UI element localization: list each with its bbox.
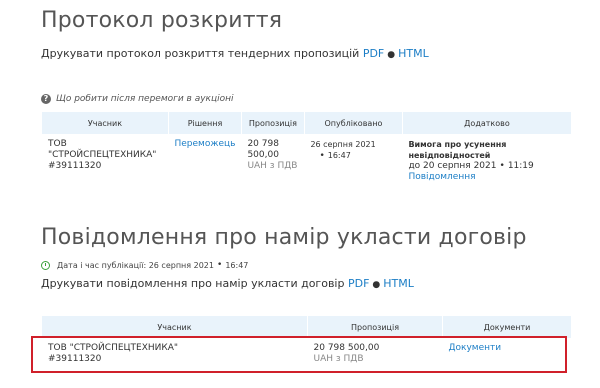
publication-date-line: Дата і час публікації: 26 серпня 2021 • 16… [41, 260, 248, 270]
help-line[interactable]: ? Що робити після перемоги в аукціоні [41, 94, 234, 104]
time-bullet: • [499, 161, 505, 171]
participant-name-line2: "СТРОЙСПЕЦТЕХНИКА" [48, 150, 157, 160]
print-intent-line: Друкувати повідомлення про намір укласти… [41, 277, 414, 290]
offer-currency: UAH з ПДВ [313, 354, 364, 364]
notification-link[interactable]: Повідомлення [408, 172, 475, 182]
col-decision: Рішення [168, 112, 242, 134]
participant-name-line1: ТОВ [48, 139, 67, 149]
bullet-separator: ● [372, 280, 381, 290]
bullet-separator: ● [387, 50, 396, 60]
publication-date: Дата і час публікації: 26 серпня 2021 [57, 260, 214, 270]
protocol-pdf-link[interactable]: PDF [363, 47, 384, 60]
table-row: ТОВ "СТРОЙСПЕЦТЕХНИКА" #39111320 20 798 … [42, 338, 572, 370]
col-participant: Учасник [42, 112, 169, 134]
question-icon: ? [41, 94, 51, 104]
participant-cell: ТОВ "СТРОЙСПЕЦТЕХНИКА" #39111320 [42, 338, 308, 370]
requirement-title-line1: Вимога про усунення [408, 140, 507, 149]
offer-cell: 20 798 500,00 UAH з ПДВ [308, 338, 443, 370]
extra-cell: Вимога про усунення невідповідностей до … [402, 134, 571, 188]
col-documents: Документи [442, 316, 572, 338]
time-bullet: • [319, 151, 325, 161]
col-published: Опубліковано [304, 112, 403, 134]
participant-cell: ТОВ "СТРОЙСПЕЦТЕХНИКА" #39111320 [42, 134, 169, 188]
requirement-due-time: 11:19 [507, 161, 534, 171]
documents-link[interactable]: Документи [449, 343, 502, 353]
intent-pdf-link[interactable]: PDF [348, 277, 369, 290]
table-header-row: Учасник Пропозиція Документи [42, 316, 572, 338]
published-date: 26 серпня 2021 [310, 140, 376, 149]
requirement-title-line2: невідповідностей [408, 151, 491, 160]
col-offer: Пропозиція [307, 316, 443, 338]
offer-amount-line2: 500,00 [247, 150, 279, 160]
participant-name: ТОВ "СТРОЙСПЕЦТЕХНИКА" [48, 343, 179, 353]
offer-currency: UAH з ПДВ [247, 161, 298, 171]
protocol-html-link[interactable]: HTML [398, 47, 429, 60]
print-protocol-line: Друкувати протокол розкриття тендерних п… [41, 47, 429, 60]
print-protocol-text: Друкувати протокол розкриття тендерних п… [41, 47, 360, 60]
intent-title: Повідомлення про намір укласти договір [41, 225, 527, 250]
intent-table: Учасник Пропозиція Документи ТОВ "СТРОЙС… [42, 316, 572, 370]
published-cell: 26 серпня 2021 • 16:47 [304, 134, 402, 188]
offer-cell: 20 798 500,00 UAH з ПДВ [241, 134, 304, 188]
published-time: 16:47 [327, 151, 351, 160]
publication-time: 16:47 [225, 260, 249, 270]
help-link[interactable]: Що робити після перемоги в аукціоні [56, 94, 234, 104]
print-intent-text: Друкувати повідомлення про намір укласти… [41, 277, 345, 290]
documents-cell: Документи [443, 338, 572, 370]
col-offer: Пропозиція [241, 112, 305, 134]
protocol-title: Протокол розкриття [41, 8, 283, 33]
col-extra: Додатково [402, 112, 573, 134]
requirement-due-date: до 20 серпня 2021 [408, 161, 497, 171]
time-bullet: • [217, 260, 223, 270]
decision-cell: Переможець [169, 134, 242, 188]
participant-id: #39111320 [48, 161, 102, 171]
table-row: ТОВ "СТРОЙСПЕЦТЕХНИКА" #39111320 Перемож… [42, 134, 572, 188]
intent-html-link[interactable]: HTML [383, 277, 414, 290]
offer-amount: 20 798 500,00 [313, 343, 380, 353]
protocol-table: Учасник Рішення Пропозиція Опубліковано … [42, 112, 573, 188]
offer-amount-line1: 20 798 [247, 139, 279, 149]
col-participant: Учасник [42, 316, 308, 338]
participant-id: #39111320 [48, 354, 102, 364]
table-header-row: Учасник Рішення Пропозиція Опубліковано … [42, 112, 573, 134]
winner-link[interactable]: Переможець [175, 139, 236, 149]
clock-icon [41, 260, 50, 270]
